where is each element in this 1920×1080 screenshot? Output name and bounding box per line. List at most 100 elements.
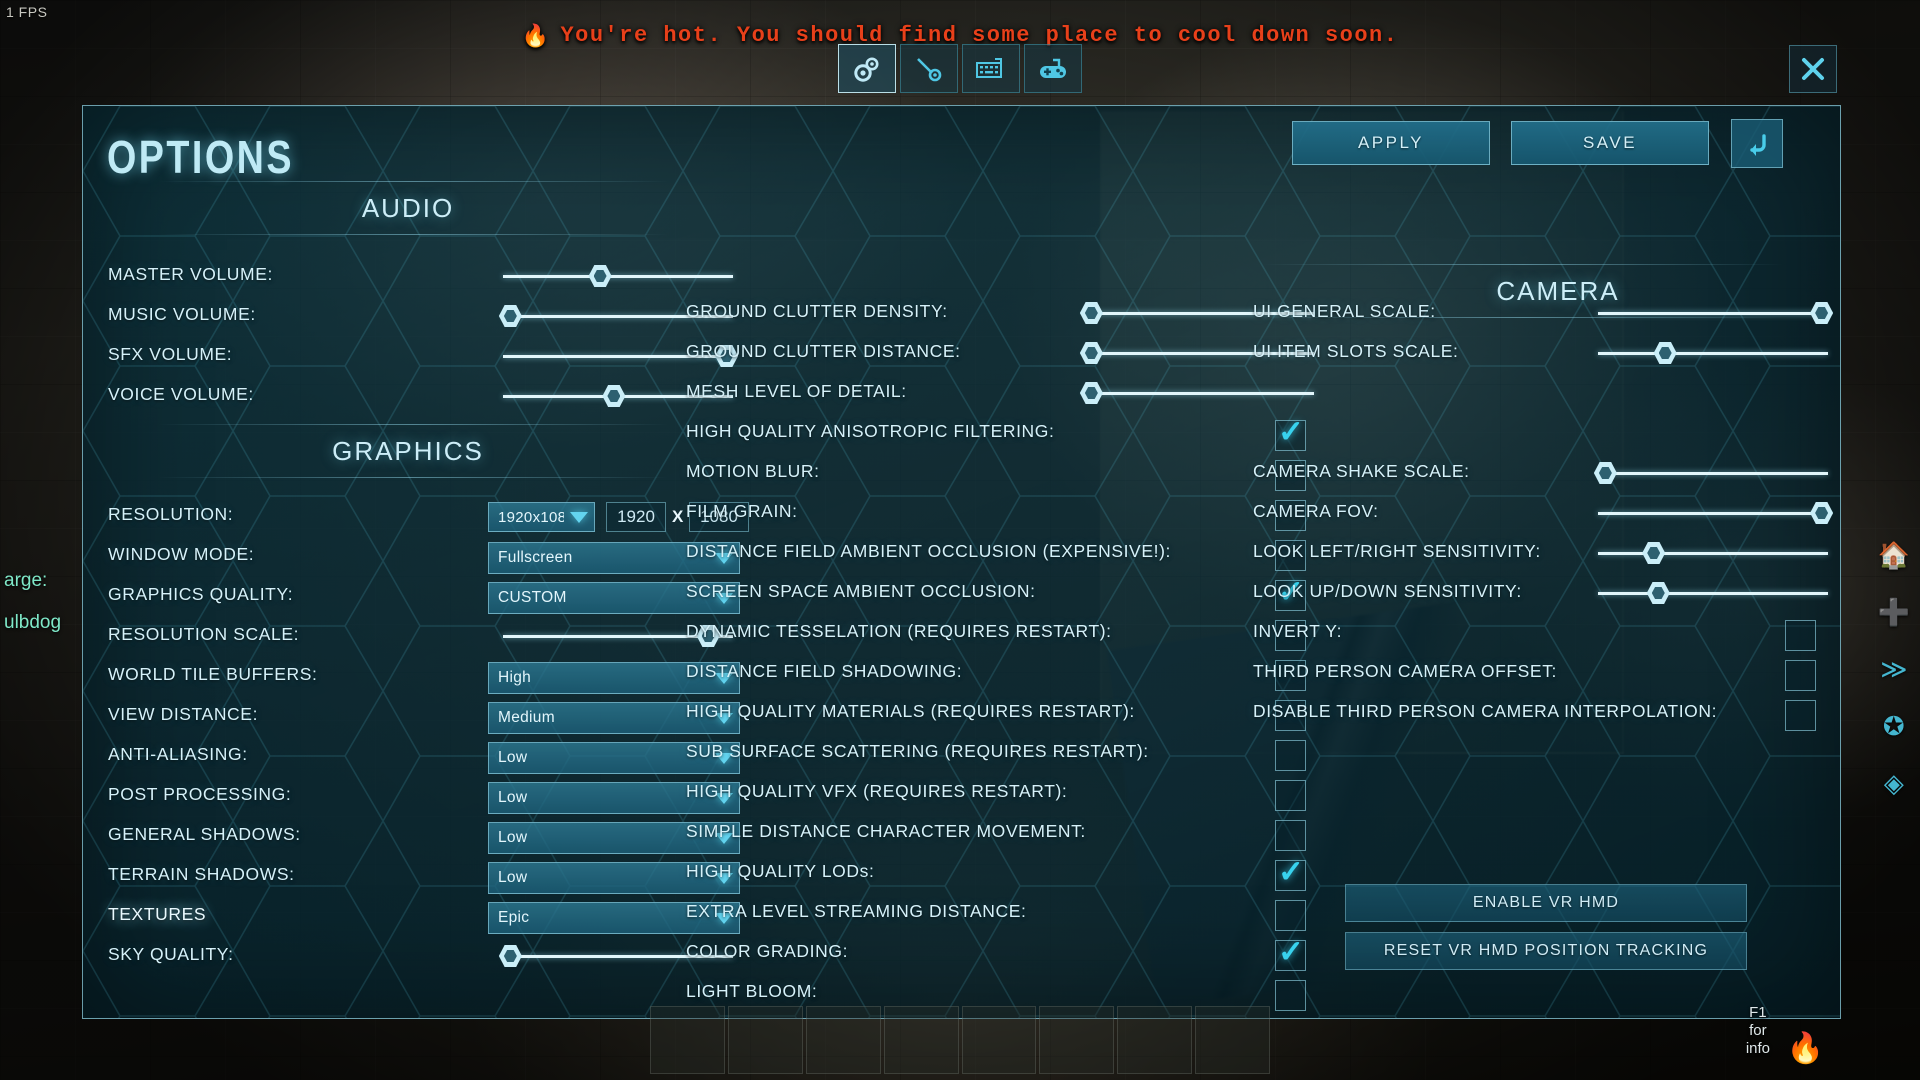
tab-keybind-options[interactable]: [962, 44, 1020, 93]
slider-handle[interactable]: [1642, 542, 1666, 564]
setting-label: LIGHT BLOOM:: [686, 981, 818, 1001]
slider-look-up-down-sensitivity[interactable]: [1598, 582, 1828, 604]
reset-defaults-button[interactable]: [1731, 119, 1783, 168]
hotbar-slot[interactable]: [1039, 1006, 1115, 1074]
slider-camera-fov[interactable]: [1598, 502, 1834, 524]
checkbox-light-bloom[interactable]: [1275, 980, 1306, 1011]
hotbar-slot[interactable]: [883, 1006, 959, 1074]
slider-handle[interactable]: [1079, 302, 1103, 324]
checkbox-sub-surface-scattering-requires-restart[interactable]: [1275, 740, 1306, 771]
setting-row-terrain-shadows: TERRAIN SHADOWS: Low: [108, 862, 740, 894]
setting-row-textures: TEXTURES Epic: [108, 902, 740, 934]
slider-master-volume[interactable]: [503, 265, 733, 287]
f1-hint-key: F1: [1749, 1004, 1767, 1021]
section-rule-graphics-top: [158, 424, 668, 425]
page-title: OPTIONS: [107, 131, 294, 183]
keyboard-icon: [976, 57, 1002, 78]
enable-vr-hmd-button[interactable]: ENABLE VR HMD: [1345, 884, 1747, 922]
tab-controller-options[interactable]: [1024, 44, 1082, 93]
checkbox-extra-level-streaming-distance[interactable]: [1275, 900, 1306, 931]
setting-label: GROUND CLUTTER DENSITY:: [686, 301, 948, 321]
hotbar-slot[interactable]: [961, 1006, 1037, 1074]
checkbox-high-quality-lods[interactable]: ✓: [1275, 855, 1306, 891]
slider-camera-shake-scale[interactable]: [1593, 462, 1828, 484]
checkbox-simple-distance-character-movement[interactable]: [1275, 820, 1306, 851]
apply-button[interactable]: APPLY: [1292, 121, 1490, 165]
setting-row-distance-field-shadowing: DISTANCE FIELD SHADOWING:: [686, 660, 1306, 691]
plus-icon: ➕: [1877, 597, 1910, 627]
setting-label: VIEW DISTANCE:: [108, 704, 259, 724]
setting-row-resolution-scale: RESOLUTION SCALE:: [108, 624, 733, 650]
f1-hint-info: info: [1745, 1040, 1770, 1057]
dropdown-value: Low: [498, 869, 528, 886]
setting-label: TERRAIN SHADOWS:: [108, 864, 295, 884]
hotbar-slot[interactable]: [1117, 1006, 1193, 1074]
setting-row-high-quality-anisotropic-filtering: HIGH QUALITY ANISOTROPIC FILTERING: ✓: [686, 415, 1306, 451]
setting-label: WINDOW MODE:: [108, 544, 255, 564]
setting-label: WORLD TILE BUFFERS:: [108, 664, 318, 684]
setting-label: EXTRA LEVEL STREAMING DISTANCE:: [686, 901, 1027, 921]
hotbar[interactable]: [650, 1006, 1270, 1074]
flame-icon: 🔥: [521, 25, 551, 50]
tab-gameplay-options[interactable]: [900, 44, 958, 93]
sword-gear-icon: [917, 57, 942, 81]
resolution-width-field[interactable]: 1920: [606, 502, 666, 532]
slider-handle[interactable]: [498, 305, 522, 327]
hotbar-slot[interactable]: [1195, 1006, 1270, 1074]
save-button[interactable]: SAVE: [1511, 121, 1709, 165]
setting-row-camera-shake-scale: CAMERA SHAKE SCALE:: [1253, 461, 1828, 487]
slider-mesh-level-of-detail[interactable]: [1079, 382, 1314, 404]
setting-label: MESH LEVEL OF DETAIL:: [686, 381, 907, 401]
setting-row-third-person-camera-offset: THIRD PERSON CAMERA OFFSET:: [1253, 660, 1816, 691]
chevron-down-icon[interactable]: [564, 503, 594, 531]
slider-handle[interactable]: [1810, 502, 1834, 524]
close-button[interactable]: [1789, 45, 1837, 93]
slider-handle[interactable]: [1646, 582, 1670, 604]
checkbox-high-quality-vfx-requires-restart[interactable]: [1275, 780, 1306, 811]
dropdown-resolution[interactable]: 1920x1080: [488, 502, 595, 532]
slider-handle[interactable]: [1593, 462, 1617, 484]
setting-label: RESOLUTION SCALE:: [108, 624, 300, 644]
options-tab-strip[interactable]: [838, 44, 1082, 93]
slider-handle[interactable]: [1079, 342, 1103, 364]
slider-handle[interactable]: [1079, 382, 1103, 404]
setting-row-high-quality-lods: HIGH QUALITY LODs: ✓: [686, 855, 1306, 891]
setting-label: VOICE VOLUME:: [108, 384, 254, 404]
setting-row-general-shadows: GENERAL SHADOWS: Low: [108, 822, 740, 854]
setting-label: CAMERA FOV:: [1253, 501, 1379, 521]
checkbox-disable-third-person-camera-interpolation[interactable]: [1785, 700, 1816, 731]
dropdown-value: High: [498, 669, 532, 686]
hotbar-slot[interactable]: [727, 1006, 803, 1074]
slider-ui-general-scale[interactable]: [1598, 302, 1834, 324]
checkbox-invert-y[interactable]: [1785, 620, 1816, 651]
setting-row-high-quality-vfx-requires-restart: HIGH QUALITY VFX (REQUIRES RESTART):: [686, 780, 1306, 811]
slider-ui-item-slots-scale[interactable]: [1598, 342, 1828, 364]
slider-handle[interactable]: [588, 265, 612, 287]
setting-label: UI GENERAL SCALE:: [1253, 301, 1436, 321]
gears-icon: [854, 57, 879, 82]
slider-track: [1598, 552, 1828, 555]
setting-label: GRAPHICS QUALITY:: [108, 584, 294, 604]
setting-row-music-volume: MUSIC VOLUME:: [108, 304, 733, 330]
hotbar-slot[interactable]: [805, 1006, 881, 1074]
slider-look-left-right-sensitivity[interactable]: [1598, 542, 1828, 564]
setting-row-sky-quality: SKY QUALITY:: [108, 944, 733, 970]
checkbox-high-quality-anisotropic-filtering[interactable]: ✓: [1275, 415, 1306, 451]
hotbar-slot[interactable]: [650, 1006, 725, 1074]
checkbox-third-person-camera-offset[interactable]: [1785, 660, 1816, 691]
section-heading-graphics: GRAPHICS: [332, 436, 484, 466]
dropdown-value: Medium: [498, 709, 555, 726]
setting-row-screen-space-ambient-occlusion: SCREEN SPACE AMBIENT OCCLUSION: ✓: [686, 575, 1306, 611]
setting-label: UI ITEM SLOTS SCALE:: [1253, 341, 1459, 361]
slider-handle[interactable]: [498, 945, 522, 967]
slider-handle[interactable]: [1653, 342, 1677, 364]
slider-handle[interactable]: [602, 385, 626, 407]
slider-handle[interactable]: [1810, 302, 1834, 324]
checkbox-color-grading[interactable]: ✓: [1275, 935, 1306, 971]
setting-label: DYNAMIC TESSELATION (REQUIRES RESTART):: [686, 621, 1112, 641]
setting-label: LOOK LEFT/RIGHT SENSITIVITY:: [1253, 541, 1541, 561]
tab-general-options[interactable]: [838, 44, 896, 93]
reset-vr-hmd-tracking-button[interactable]: RESET VR HMD POSITION TRACKING: [1345, 932, 1747, 970]
dropdown-value: Low: [498, 829, 528, 846]
setting-row-motion-blur: MOTION BLUR:: [686, 460, 1306, 491]
